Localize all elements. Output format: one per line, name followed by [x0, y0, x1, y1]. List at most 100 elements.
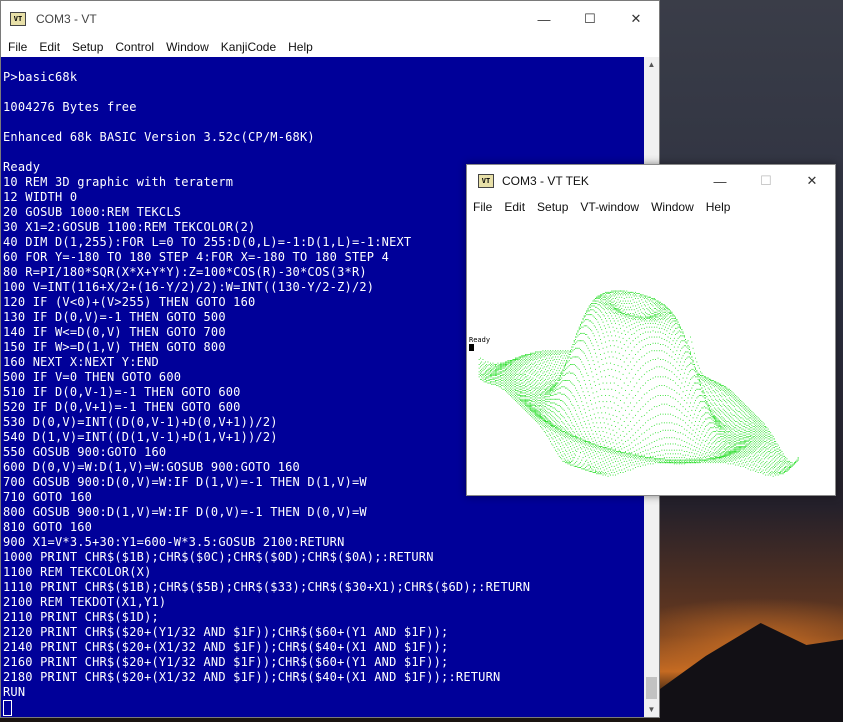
plot-dot [631, 309, 633, 311]
vt-titlebar[interactable]: VT COM3 - VT — ☐ ✕ [1, 1, 659, 37]
plot-dot [691, 462, 693, 464]
plot-dot [621, 311, 623, 313]
plot-dot [715, 398, 717, 400]
plot-dot [510, 395, 511, 396]
plot-dot [641, 295, 643, 297]
plot-dot [736, 424, 738, 426]
plot-dot [646, 337, 648, 339]
plot-dot [538, 413, 540, 415]
plot-dot [648, 460, 650, 462]
plot-dot [780, 452, 782, 454]
plot-dot [595, 339, 596, 340]
menu-window[interactable]: Window [160, 40, 215, 54]
menu-file[interactable]: File [1, 40, 33, 54]
plot-dot [568, 354, 570, 355]
plot-dot [671, 315, 673, 317]
plot-dot [696, 428, 698, 430]
plot-dot [682, 346, 684, 348]
plot-dot [686, 342, 688, 344]
tek-menu-help[interactable]: Help [700, 200, 737, 214]
plot-dot [643, 318, 645, 319]
plot-dot [658, 385, 660, 386]
plot-dot [731, 460, 733, 462]
teraterm-app-icon[interactable]: VT [10, 12, 26, 26]
plot-dot [587, 309, 589, 311]
plot-dot [645, 311, 646, 313]
plot-dot [620, 314, 621, 316]
teraterm-tek-app-icon[interactable]: VT [478, 174, 494, 188]
plot-dot [591, 342, 593, 344]
plot-dot [712, 382, 714, 384]
plot-dot [738, 411, 740, 413]
menu-setup[interactable]: Setup [66, 40, 109, 54]
plot-dot [540, 400, 541, 401]
minimize-button[interactable]: — [521, 1, 567, 37]
plot-dot [755, 422, 757, 424]
plot-dot [650, 315, 651, 317]
tek-menu-file[interactable]: File [467, 200, 498, 214]
plot-dot [711, 413, 713, 415]
plot-dot [568, 463, 570, 465]
plot-dot [760, 448, 762, 450]
plot-dot [771, 437, 773, 439]
plot-dot [596, 300, 598, 302]
tek-minimize-button[interactable]: — [697, 165, 743, 197]
tek-menu-window[interactable]: Window [645, 200, 700, 214]
plot-dot [617, 346, 619, 348]
plot-dot [617, 473, 619, 475]
tek-menu-edit[interactable]: Edit [498, 200, 531, 214]
plot-dot [743, 443, 745, 445]
menu-control[interactable]: Control [109, 40, 160, 54]
tek-maximize-button[interactable]: ☐ [743, 165, 789, 197]
plot-dot [720, 447, 722, 449]
plot-dot [585, 319, 586, 321]
tek-graphics-canvas[interactable]: Ready [468, 218, 834, 495]
plot-dot [618, 311, 620, 313]
plot-dot [703, 406, 705, 408]
plot-dot [570, 462, 571, 464]
plot-dot [667, 346, 669, 348]
tek-menu-vt-window[interactable]: VT-window [574, 200, 645, 214]
tek-close-button[interactable]: ✕ [789, 165, 835, 197]
plot-dot [538, 423, 540, 425]
scroll-up-button[interactable]: ▲ [644, 57, 659, 72]
plot-dot [496, 385, 498, 386]
plot-dot [726, 453, 728, 455]
plot-dot [722, 459, 724, 461]
plot-dot [718, 421, 720, 422]
plot-dot [780, 458, 782, 460]
plot-dot [701, 407, 703, 409]
plot-dot [601, 303, 603, 304]
plot-dot [647, 314, 649, 316]
plot-dot [676, 376, 678, 378]
plot-dot [556, 398, 558, 400]
plot-dot [713, 455, 715, 457]
plot-dot [618, 306, 620, 308]
tek-titlebar[interactable]: VT COM3 - VT TEK — ☐ ✕ [467, 165, 835, 197]
plot-dot [596, 356, 598, 358]
plot-dot [633, 455, 635, 457]
plot-dot [723, 405, 725, 406]
close-button[interactable]: ✕ [613, 1, 659, 37]
menu-help[interactable]: Help [282, 40, 319, 54]
plot-dot [725, 401, 727, 403]
plot-dot [648, 453, 650, 455]
scrollbar-thumb[interactable] [646, 677, 657, 699]
scroll-down-button[interactable]: ▼ [644, 702, 659, 717]
tek-menu-setup[interactable]: Setup [531, 200, 574, 214]
plot-dot [726, 460, 728, 462]
plot-dot [755, 453, 757, 455]
plot-dot [631, 442, 633, 444]
plot-dot [613, 290, 615, 292]
plot-dot [711, 381, 713, 383]
plot-dot [523, 377, 525, 379]
plot-dot [622, 313, 624, 314]
menu-kanjicode[interactable]: KanjiCode [215, 40, 282, 54]
plot-dot [627, 294, 629, 296]
maximize-button[interactable]: ☐ [567, 1, 613, 37]
plot-dot [717, 422, 719, 424]
menu-edit[interactable]: Edit [33, 40, 66, 54]
plot-dot [557, 421, 559, 422]
plot-dot [551, 426, 553, 427]
plot-dot [536, 411, 538, 413]
